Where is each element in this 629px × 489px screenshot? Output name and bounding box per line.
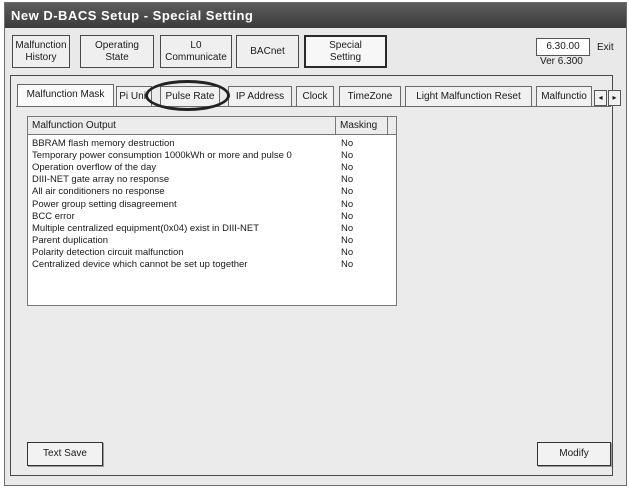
table-row[interactable]: Centralized device which cannot be set u…	[28, 259, 396, 271]
masking-cell[interactable]: No	[341, 138, 381, 150]
modify-button[interactable]: Modify	[537, 442, 611, 466]
tab-clock[interactable]: Clock	[296, 86, 334, 106]
exit-button[interactable]: Exit	[597, 42, 614, 53]
tab-malfunction-more[interactable]: Malfunctio	[536, 86, 592, 106]
malfunction-history-button[interactable]: Malfunction History	[12, 35, 70, 68]
window-title: New D-BACS Setup - Special Setting	[5, 3, 626, 28]
table-row[interactable]: Parent duplication No	[28, 235, 396, 247]
malfunction-output-cell: All air conditioners no response	[32, 186, 165, 198]
malfunction-output-cell: Temporary power consumption 1000kWh or m…	[32, 150, 292, 162]
table-row[interactable]: Temporary power consumption 1000kWh or m…	[28, 150, 396, 162]
table-row[interactable]: BBRAM flash memory destruction No	[28, 138, 396, 150]
table-row[interactable]: Operation overflow of the day No	[28, 162, 396, 174]
table-row[interactable]: Power group setting disagreement No	[28, 199, 396, 211]
arrow-left-icon[interactable]: ◂	[594, 90, 607, 106]
table-row[interactable]: BCC error No	[28, 211, 396, 223]
masking-cell[interactable]: No	[341, 186, 381, 198]
table-row[interactable]: Polarity detection circuit malfunction No	[28, 247, 396, 259]
special-setting-button[interactable]: Special Setting	[304, 35, 387, 68]
column-header-malfunction-output[interactable]: Malfunction Output	[28, 117, 336, 134]
masking-cell[interactable]: No	[341, 235, 381, 247]
malfunction-output-cell: Polarity detection circuit malfunction	[32, 246, 184, 258]
malfunction-output-cell: BCC error	[32, 210, 75, 222]
tab-malfunction-mask[interactable]: Malfunction Mask	[17, 84, 114, 106]
table-header: Malfunction Output Masking	[28, 117, 396, 135]
malfunction-output-cell: Parent duplication	[32, 234, 109, 246]
malfunction-table: Malfunction Output Masking BBRAM flash m…	[27, 116, 397, 306]
tab-ip-address[interactable]: IP Address	[228, 86, 292, 106]
masking-cell[interactable]: No	[341, 199, 381, 211]
table-row[interactable]: DIII-NET gate array no response No	[28, 174, 396, 186]
masking-cell[interactable]: No	[341, 211, 381, 223]
tab-scroll-arrows: ◂ ▸	[593, 90, 621, 106]
masking-cell[interactable]: No	[341, 259, 381, 271]
l0-communicate-button[interactable]: L0 Communicate	[160, 35, 232, 68]
masking-cell[interactable]: No	[341, 174, 381, 186]
malfunction-output-cell: Multiple centralized equipment(0x04) exi…	[32, 222, 260, 234]
malfunction-output-cell: Operation overflow of the day	[32, 162, 157, 174]
tab-baseline	[16, 106, 611, 107]
table-row[interactable]: Multiple centralized equipment(0x04) exi…	[28, 223, 396, 235]
tab-light-malfunction-reset[interactable]: Light Malfunction Reset	[405, 86, 532, 106]
masking-cell[interactable]: No	[341, 247, 381, 259]
version-value: 6.30.00	[536, 38, 590, 56]
tab-timezone[interactable]: TimeZone	[339, 86, 401, 106]
malfunction-output-cell: DIII-NET gate array no response	[32, 174, 170, 186]
masking-cell[interactable]: No	[341, 150, 381, 162]
bacnet-button[interactable]: BACnet	[236, 35, 299, 68]
masking-cell[interactable]: No	[341, 162, 381, 174]
masking-cell[interactable]: No	[341, 223, 381, 235]
column-header-masking[interactable]: Masking	[336, 117, 388, 134]
malfunction-output-cell: BBRAM flash memory destruction	[32, 138, 175, 149]
version-label: Ver 6.300	[540, 56, 583, 67]
text-save-button[interactable]: Text Save	[27, 442, 103, 466]
malfunction-output-cell: Centralized device which cannot be set u…	[32, 259, 248, 270]
arrow-right-icon[interactable]: ▸	[608, 90, 621, 106]
malfunction-output-cell: Power group setting disagreement	[32, 198, 177, 210]
table-row[interactable]: All air conditioners no response No	[28, 186, 396, 198]
operating-state-button[interactable]: Operating State	[80, 35, 154, 68]
highlight-oval	[145, 80, 230, 111]
version-info: 6.30.00 Ver 6.300	[536, 38, 592, 68]
